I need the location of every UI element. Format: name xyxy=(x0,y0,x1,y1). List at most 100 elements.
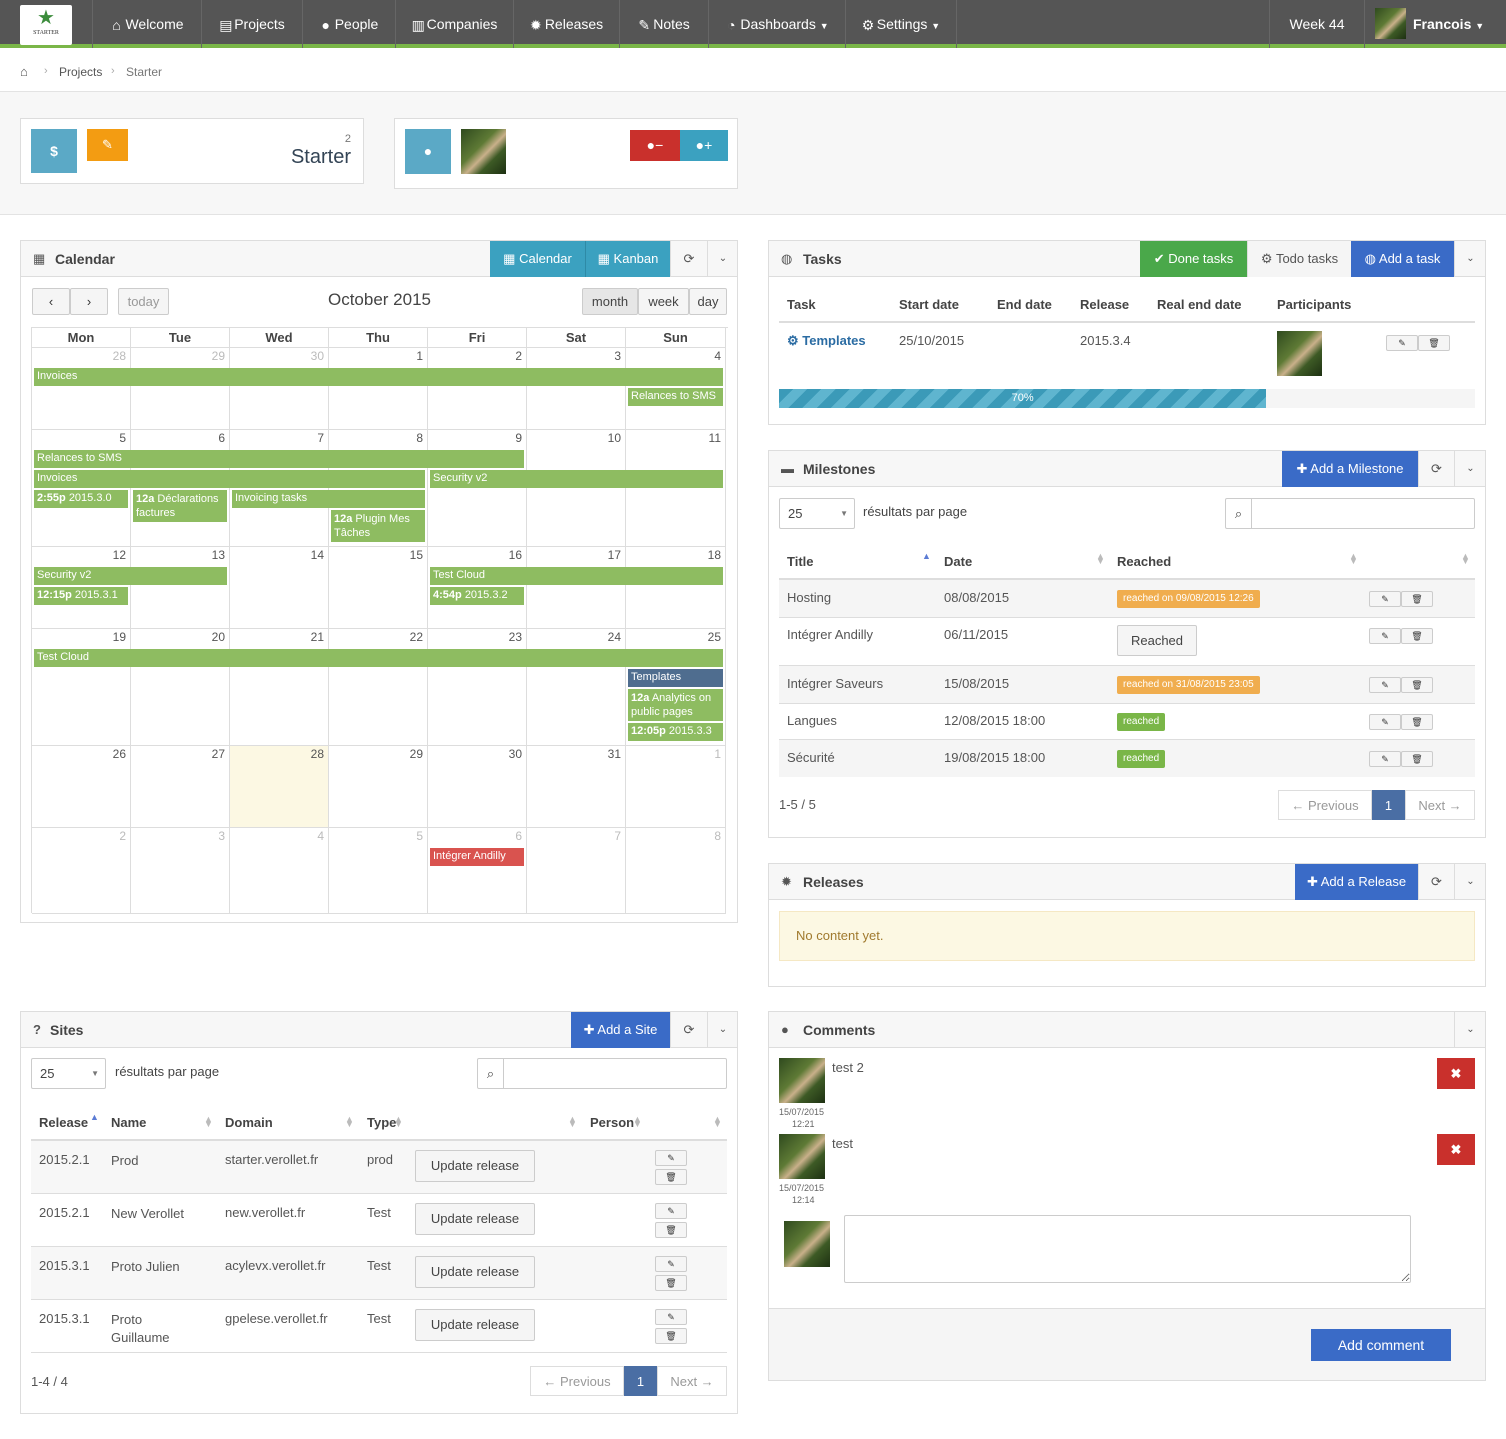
participant-avatar[interactable] xyxy=(461,129,506,174)
add-site-button[interactable]: ✚ Add a Site xyxy=(571,1012,670,1048)
update-release-button[interactable]: Update release xyxy=(415,1309,535,1341)
calendar-day-cell[interactable]: 6 xyxy=(131,430,230,547)
kanban-tab[interactable]: ▦ Kanban xyxy=(585,241,670,277)
previous-page-button[interactable]: ← Previous xyxy=(1278,790,1372,820)
edit-button[interactable]: ✎ xyxy=(1369,628,1401,644)
calendar-day-cell[interactable]: 13 xyxy=(131,547,230,629)
calendar-day-cell[interactable]: 26 xyxy=(32,746,131,828)
calendar-event[interactable]: Security v2 xyxy=(430,470,723,488)
edit-button[interactable]: ✎ xyxy=(655,1203,687,1219)
calendar-day-cell[interactable]: 31 xyxy=(527,746,626,828)
per-page-select[interactable]: 25 ▼ xyxy=(779,498,855,529)
calendar-day-cell[interactable]: 18 xyxy=(626,547,726,629)
budget-button[interactable]: $ xyxy=(31,129,77,173)
calendar-day-cell[interactable]: 1 xyxy=(626,746,726,828)
calendar-day-cell[interactable]: 8 xyxy=(626,828,726,914)
calendar-event[interactable]: Test Cloud xyxy=(34,649,723,667)
calendar-day-cell[interactable]: 4 xyxy=(230,828,329,914)
calendar-day-cell[interactable]: 24 xyxy=(527,629,626,746)
update-release-button[interactable]: Update release xyxy=(415,1256,535,1288)
refresh-button[interactable]: ⟳ xyxy=(670,1012,707,1048)
calendar-day-cell[interactable]: 10 xyxy=(527,430,626,547)
calendar-day-cell[interactable]: 14 xyxy=(230,547,329,629)
delete-button[interactable]: 🗑 xyxy=(1401,591,1433,607)
col-type[interactable]: Type xyxy=(367,1115,396,1130)
remove-user-button[interactable]: ●− xyxy=(630,130,680,161)
calendar-day-cell[interactable]: 28 xyxy=(230,746,329,828)
edit-button[interactable]: ✎ xyxy=(1386,335,1418,351)
calendar-day-cell[interactable]: 27 xyxy=(131,746,230,828)
page-1-button[interactable]: 1 xyxy=(624,1366,657,1396)
calendar-day-cell[interactable]: 29 xyxy=(329,746,428,828)
calendar-day-cell[interactable]: 6 xyxy=(428,828,527,914)
calendar-event[interactable]: Intégrer Andilly xyxy=(430,848,524,866)
collapse-button[interactable]: ⌄ xyxy=(1454,241,1486,277)
col-release[interactable]: Release xyxy=(39,1115,88,1130)
participant-user-button[interactable]: ● xyxy=(405,129,451,174)
update-release-button[interactable]: Update release xyxy=(415,1203,535,1235)
search-field[interactable]: ⌕ xyxy=(477,1058,727,1089)
edit-button[interactable]: ✎ xyxy=(655,1256,687,1272)
calendar-event[interactable]: Invoices xyxy=(34,368,723,386)
add-milestone-button[interactable]: ✚ Add a Milestone xyxy=(1282,451,1418,487)
delete-button[interactable]: 🗑 xyxy=(1418,335,1450,351)
previous-page-button[interactable]: ← Previous xyxy=(530,1366,624,1396)
collapse-button[interactable]: ⌄ xyxy=(1454,1012,1486,1048)
comment-textarea[interactable] xyxy=(844,1215,1411,1283)
delete-button[interactable]: 🗑 xyxy=(1401,714,1433,730)
calendar-day-cell[interactable]: 7 xyxy=(230,430,329,547)
delete-button[interactable]: 🗑 xyxy=(1401,751,1433,767)
calendar-day-cell[interactable]: 5 xyxy=(32,430,131,547)
calendar-day-cell[interactable]: 1 xyxy=(329,348,428,430)
view-day-button[interactable]: day xyxy=(689,288,727,315)
calendar-day-cell[interactable]: 3 xyxy=(527,348,626,430)
calendar-event[interactable]: Invoicing tasks xyxy=(232,490,425,508)
delete-button[interactable]: 🗑 xyxy=(655,1328,687,1344)
logo[interactable]: ★ STARTER xyxy=(20,5,72,45)
calendar-tab[interactable]: ▦ Calendar xyxy=(490,241,585,277)
calendar-event[interactable]: 2:55p 2015.3.0 xyxy=(34,490,128,508)
home-icon[interactable]: ⌂ xyxy=(20,64,28,79)
calendar-day-cell[interactable]: 11 xyxy=(626,430,726,547)
col-domain[interactable]: Domain xyxy=(225,1115,273,1130)
view-month-button[interactable]: month xyxy=(582,288,638,315)
reached-button[interactable]: Reached xyxy=(1117,625,1197,656)
delete-button[interactable]: 🗑 xyxy=(655,1169,687,1185)
calendar-event[interactable]: 12a Déclarations factures xyxy=(133,490,227,522)
edit-button[interactable]: ✎ xyxy=(1369,714,1401,730)
collapse-button[interactable]: ⌄ xyxy=(707,1012,738,1048)
refresh-button[interactable]: ⟳ xyxy=(1418,451,1454,487)
per-page-select[interactable]: 25 ▼ xyxy=(31,1058,106,1089)
participant-avatar[interactable] xyxy=(1277,331,1322,376)
add-comment-button[interactable]: Add comment xyxy=(1311,1329,1451,1361)
calendar-day-cell[interactable]: 5 xyxy=(329,828,428,914)
next-page-button[interactable]: Next → xyxy=(657,1366,727,1396)
nav-welcome[interactable]: ⌂ Welcome xyxy=(92,0,201,48)
calendar-day-cell[interactable]: 2 xyxy=(428,348,527,430)
nav-releases[interactable]: ✹ Releases xyxy=(513,0,619,48)
col-title[interactable]: Title xyxy=(787,554,814,569)
delete-button[interactable]: 🗑 xyxy=(1401,628,1433,644)
calendar-event[interactable]: Relances to SMS xyxy=(628,388,723,406)
nav-dashboards[interactable]: ◔ Dashboards ▼ xyxy=(708,0,845,48)
delete-button[interactable]: 🗑 xyxy=(1401,677,1433,693)
col-reached[interactable]: Reached xyxy=(1117,554,1171,569)
nav-people[interactable]: ● People xyxy=(302,0,395,48)
calendar-day-cell[interactable]: 9 xyxy=(428,430,527,547)
calendar-event[interactable]: 12a Analytics on public pages xyxy=(628,689,723,721)
calendar-day-cell[interactable]: 17 xyxy=(527,547,626,629)
edit-button[interactable]: ✎ xyxy=(1369,591,1401,607)
view-week-button[interactable]: week xyxy=(638,288,689,315)
collapse-button[interactable]: ⌄ xyxy=(1454,864,1486,900)
edit-button[interactable]: ✎ xyxy=(1369,677,1401,693)
calendar-day-cell[interactable]: 28 xyxy=(32,348,131,430)
calendar-day-cell[interactable]: 21 xyxy=(230,629,329,746)
calendar-day-cell[interactable]: 23 xyxy=(428,629,527,746)
breadcrumb-projects[interactable]: Projects xyxy=(59,65,102,79)
today-button[interactable]: today xyxy=(118,288,169,315)
calendar-day-cell[interactable]: 3 xyxy=(131,828,230,914)
calendar-day-cell[interactable]: 30 xyxy=(428,746,527,828)
next-page-button[interactable]: Next → xyxy=(1405,790,1475,820)
search-field[interactable]: ⌕ xyxy=(1225,498,1475,529)
add-task-button[interactable]: ◍ Add a task xyxy=(1351,241,1454,277)
